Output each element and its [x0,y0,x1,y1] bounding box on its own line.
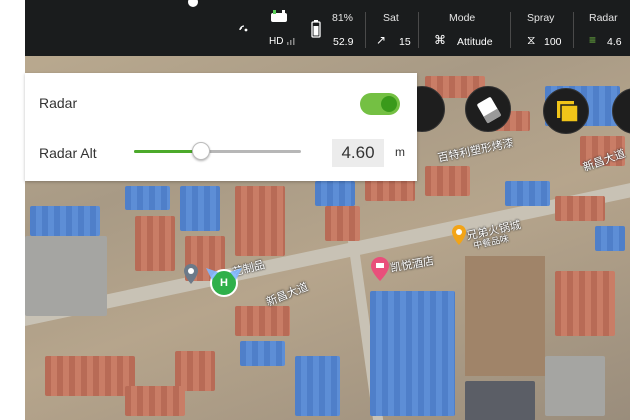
divider [510,12,511,48]
alt-unit-label: m [395,145,405,159]
slider-thumb[interactable] [191,142,210,160]
divider [573,12,574,48]
hd-signal-icon [287,38,295,45]
window-handle-dot [188,0,198,7]
status-bar: HD 81% 52.9 Sat ↗ 15 Mode ⌘ Attitude Spr… [25,0,630,56]
radar-settings-panel: Radar Radar Alt 4.60 m [25,73,417,181]
radar-toggle[interactable] [360,93,400,115]
aircraft-position-icon [206,268,242,280]
sat-title: Sat [383,12,399,24]
toggle-knob [381,96,397,112]
hotel-pin-icon[interactable] [371,257,389,281]
slider-fill [134,150,201,153]
hd-label: HD [269,36,284,47]
radar-alt-slider[interactable] [134,150,301,153]
rc-signal-icon [239,25,248,32]
poi-pin-icon[interactable] [452,225,466,245]
radar-icon: ≡ [589,33,597,47]
radar-value: 4.6 [607,36,622,48]
spray-tank-icon: ⧖ [527,33,536,47]
location-pin-icon[interactable] [184,264,198,284]
mode-title: Mode [449,12,476,24]
radar-title: Radar [589,12,618,24]
battery-voltage: 52.9 [333,36,354,48]
battery-icon [311,20,321,38]
eraser-icon [477,97,502,124]
radar-label: Radar [39,95,78,111]
radar-alt-input[interactable]: 4.60 [332,139,384,167]
controller-icon [271,10,287,22]
divider [418,12,419,48]
spray-title: Spray [527,12,555,24]
satellite-icon: ↗ [376,33,387,47]
eraser-button[interactable] [465,86,511,132]
drone-mode-icon: ⌘ [434,33,446,47]
mode-value: Attitude [457,36,493,48]
radar-alt-label: Radar Alt [39,145,97,161]
sat-value: 15 [399,36,411,48]
layers-icon [557,101,579,123]
divider [365,12,366,48]
battery-percent: 81% [332,12,354,24]
layers-button[interactable] [543,88,589,134]
spray-value: 100 [544,36,562,48]
left-margin [0,0,25,420]
